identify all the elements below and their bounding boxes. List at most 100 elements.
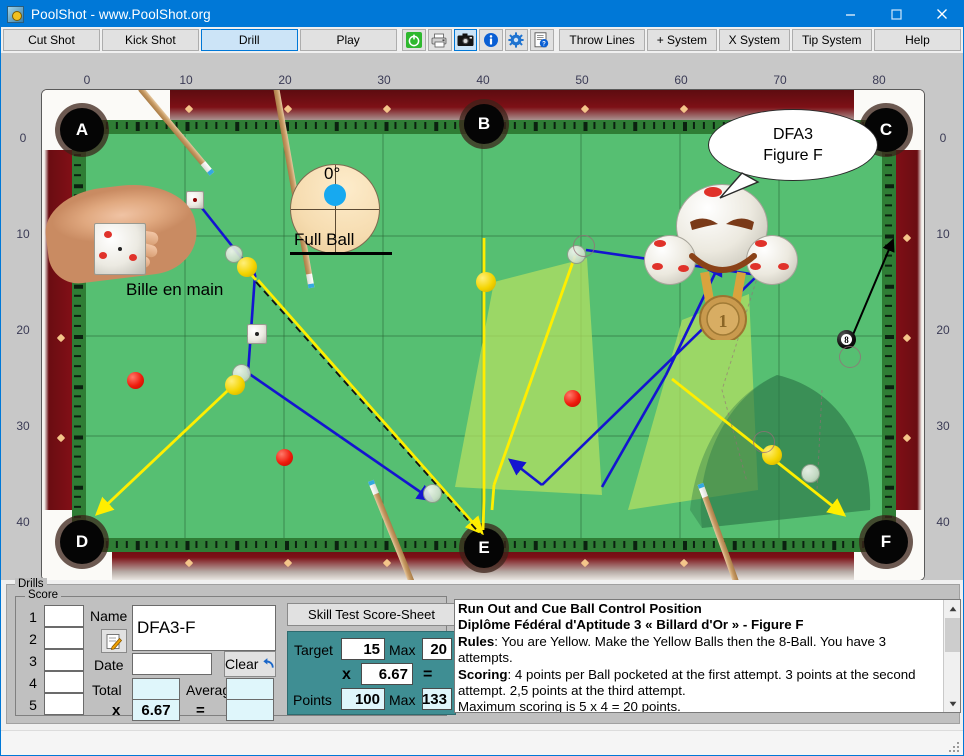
score-row-label-3: 3 (29, 653, 37, 669)
score-input-4[interactable] (44, 671, 84, 693)
drill-name-input[interactable]: DFA3-F (132, 605, 276, 651)
points-max-label: Max (389, 692, 416, 708)
yellow-ball-2[interactable] (225, 375, 245, 395)
description-scrollbar[interactable] (943, 600, 960, 712)
ball-in-hand-label: Bille en main (126, 280, 224, 299)
ruler-top-tick-0: 0 (83, 73, 91, 87)
ghost-ball-4[interactable] (423, 484, 442, 503)
date-input[interactable] (132, 653, 212, 675)
pool-table[interactable]: A B C D E F 8 Bille en main 0° Full Ball… (41, 89, 925, 581)
full-ball-underline (290, 252, 392, 255)
pocket-e[interactable]: E (464, 528, 504, 568)
resize-grip[interactable] (949, 742, 961, 754)
button-help[interactable]: Help (873, 29, 961, 51)
ruler-top-tick-70: 70 (773, 73, 787, 87)
target-max-label: Max (389, 642, 416, 658)
contact-point-dot (324, 184, 346, 207)
target-value[interactable]: 15 (341, 638, 385, 660)
score-input-1[interactable] (44, 605, 84, 627)
full-ball-label: Full Ball (294, 230, 355, 249)
settings-button[interactable] (504, 29, 529, 51)
ruler-left-tick-40: 40 (16, 515, 30, 529)
button-throw-lines[interactable]: Throw Lines (559, 29, 645, 51)
clear-button[interactable]: Clear (224, 651, 276, 677)
window-title: PoolShot - www.PoolShot.org (31, 6, 211, 22)
red-ball-1[interactable] (127, 372, 144, 389)
equals-symbol: = (196, 702, 205, 719)
tab-cut-shot[interactable]: Cut Shot (3, 29, 100, 51)
yellow-ball-1[interactable] (237, 257, 257, 277)
ghost-ball-5[interactable] (801, 464, 820, 483)
printer-icon (431, 33, 447, 47)
svg-text:?: ? (542, 42, 546, 48)
eight-ball-label: 8 (841, 334, 852, 345)
pocket-b[interactable]: B (464, 104, 504, 144)
ruler-right-tick-20: 20 (936, 323, 950, 337)
minimize-button[interactable] (827, 1, 873, 27)
skill-test-score-sheet-button[interactable]: Skill Test Score-Sheet (287, 603, 456, 626)
tab-drill[interactable]: Drill (200, 29, 298, 51)
score-row-label-5: 5 (29, 697, 37, 713)
total-label: Total (92, 682, 122, 698)
score-input-2[interactable] (44, 627, 84, 649)
points-label: Points (293, 692, 332, 708)
edit-name-button[interactable] (101, 629, 127, 653)
factor-multiply-symbol: x (342, 666, 351, 683)
close-button[interactable] (919, 1, 963, 27)
scrollbar-thumb[interactable] (945, 618, 960, 652)
ghost-ring-3 (839, 346, 861, 368)
documentation-button[interactable]: ? (530, 29, 554, 51)
ruler-left-tick-20: 20 (16, 323, 30, 337)
ruler-top-tick-50: 50 (575, 73, 589, 87)
name-label: Name (90, 608, 128, 624)
print-button[interactable] (427, 29, 452, 51)
target-max-value: 20 (422, 638, 452, 660)
maximize-button[interactable] (873, 1, 919, 27)
cue-ball-main[interactable] (247, 324, 267, 344)
power-icon (406, 32, 423, 48)
tab-play[interactable]: Play (299, 29, 397, 51)
ruler-top-tick-20: 20 (278, 73, 292, 87)
scroll-down-button[interactable] (944, 695, 960, 712)
ruler-top-tick-10: 10 (179, 73, 193, 87)
pocket-f[interactable]: F (864, 520, 908, 564)
tab-kick-shot[interactable]: Kick Shot (101, 29, 199, 51)
button-tip-system[interactable]: Tip System (791, 29, 872, 51)
result-value (226, 699, 274, 721)
red-ball-2[interactable] (276, 449, 293, 466)
info-button[interactable] (479, 29, 503, 51)
date-label: Date (94, 657, 124, 673)
button-plus-system[interactable]: + System (646, 29, 718, 51)
ruler-right-tick-0: 0 (939, 131, 947, 145)
button-x-system[interactable]: X System (719, 29, 790, 51)
score-input-5[interactable] (44, 693, 84, 715)
speech-bubble-line-1: DFA3 (772, 126, 813, 143)
red-ball-3[interactable] (564, 390, 581, 407)
points-value: 100 (341, 688, 385, 710)
document-help-icon: ? (534, 32, 549, 48)
scroll-up-button[interactable] (944, 600, 960, 617)
ruler-left-tick-10: 10 (16, 227, 30, 241)
yellow-ball-3[interactable] (476, 272, 496, 292)
info-icon (483, 33, 498, 47)
score-input-3[interactable] (44, 649, 84, 671)
pocket-d[interactable]: D (60, 520, 104, 564)
camera-icon (457, 33, 474, 46)
ghost-ring-1 (573, 235, 595, 257)
drill-description-text: Run Out and Cue Ball Control Position Dip… (458, 601, 920, 713)
factor-value: 6.67 (361, 663, 413, 685)
ball-in-hand-cue-ball[interactable] (94, 223, 146, 275)
power-button[interactable] (402, 29, 426, 51)
pocket-a[interactable]: A (60, 108, 104, 152)
chevron-up-icon (949, 606, 956, 611)
clear-label: Clear (225, 656, 259, 672)
chevron-down-icon (949, 701, 956, 706)
status-bar (1, 730, 963, 755)
pencil-note-icon (106, 633, 122, 650)
average-value (226, 678, 274, 700)
drill-description-panel[interactable]: Run Out and Cue Ball Control Position Dip… (454, 599, 961, 713)
table-view[interactable]: 0 10 20 30 40 50 60 70 80 0 10 20 30 40 … (1, 53, 963, 581)
camera-button[interactable] (453, 29, 478, 51)
angle-label: 0° (324, 164, 341, 183)
gear-icon (508, 32, 524, 48)
